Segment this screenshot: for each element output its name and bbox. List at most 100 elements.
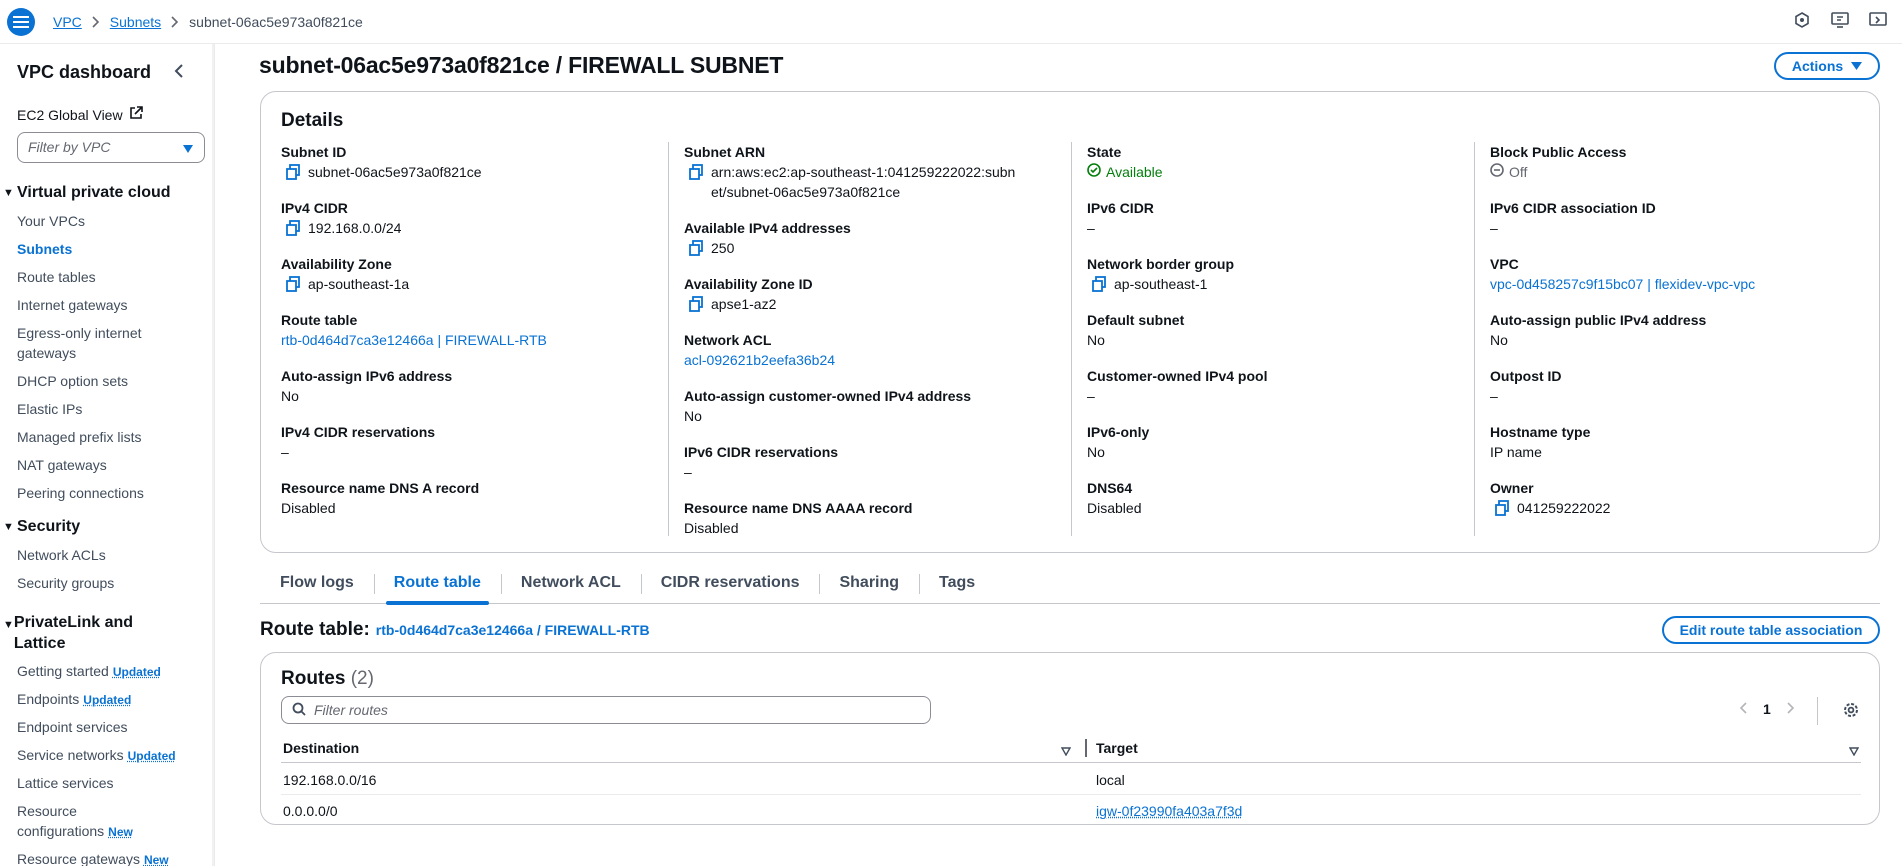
sidebar-section-privatelink-and-lattice[interactable]: ▼ PrivateLink and Lattice: [0, 612, 150, 654]
filter-routes-placeholder: Filter routes: [314, 702, 388, 718]
copy-icon[interactable]: [286, 220, 300, 236]
tab-route-table[interactable]: Route table: [373, 568, 501, 605]
sidebar-item-elastic-ips[interactable]: Elastic IPs: [17, 399, 187, 419]
field-auto-assign-customer-owned-ipv4-address: Auto-assign customer-owned IPv4 address N…: [684, 386, 1074, 426]
field-value-text: –: [281, 444, 289, 460]
sidebar-item-managed-prefix-lists[interactable]: Managed prefix lists: [17, 427, 187, 447]
field-value: ap-southeast-1a: [281, 274, 671, 294]
security-icon[interactable]: [1792, 10, 1812, 30]
chevron-left-icon[interactable]: [174, 64, 184, 81]
external-link-icon: [129, 106, 143, 123]
field-value-text: Disabled: [1087, 500, 1142, 516]
current-page-number[interactable]: 1: [1763, 701, 1771, 717]
updated-badge: Updated: [112, 665, 161, 679]
vpc-filter-select[interactable]: Filter by VPC: [17, 132, 205, 163]
actions-button[interactable]: Actions: [1774, 52, 1880, 80]
field-label: Auto-assign public IPv4 address: [1490, 312, 1707, 328]
field-value: No: [1490, 330, 1880, 350]
field-value-link[interactable]: rtb-0d464d7ca3e12466a | FIREWALL-RTB: [281, 330, 547, 350]
field-value-text: 250: [711, 240, 735, 256]
sidebar-item-getting-started[interactable]: Getting started Updated: [17, 661, 187, 682]
field-availability-zone-id: Availability Zone ID apse1-az2: [684, 274, 1074, 314]
chevron-right-icon[interactable]: [1787, 701, 1795, 717]
sidebar-section-virtual-private-cloud[interactable]: ▼ Virtual private cloud: [0, 184, 171, 202]
breadcrumb-subnets[interactable]: Subnets: [110, 14, 161, 30]
vpc-filter-placeholder: Filter by VPC: [28, 139, 111, 155]
menu-icon[interactable]: [7, 7, 35, 36]
routes-container: Routes (2) Filter routes 1 Destination T…: [260, 652, 1880, 825]
tab-network-acl[interactable]: Network ACL: [500, 568, 641, 604]
field-label: Network border group: [1087, 256, 1235, 272]
copy-icon[interactable]: [286, 164, 300, 180]
sidebar-item-dhcp-option-sets[interactable]: DHCP option sets: [17, 371, 187, 391]
sidebar-item-security-groups[interactable]: Security groups: [17, 573, 187, 593]
sidebar-item-nat-gateways[interactable]: NAT gateways: [17, 455, 187, 475]
edit-route-table-association-button[interactable]: Edit route table association: [1662, 616, 1880, 644]
sidebar-item-subnets[interactable]: Subnets: [17, 239, 187, 259]
copy-icon[interactable]: [689, 296, 703, 312]
sidebar-item-resource-configurations[interactable]: Resource configurations New: [17, 801, 152, 842]
sidebar-scroll-thumb[interactable]: [214, 56, 215, 358]
field-label: IPv4 CIDR reservations: [281, 424, 436, 440]
copy-icon[interactable]: [1495, 500, 1509, 516]
route-table-link[interactable]: rtb-0d464d7ca3e12466a / FIREWALL-RTB: [376, 622, 650, 638]
caret-down-icon: [182, 141, 194, 157]
field-label: Subnet ARN: [684, 144, 766, 160]
sidebar-item-egress-only-internet-gateways[interactable]: Egress-only internet gateways: [17, 323, 162, 363]
tab-flow-logs[interactable]: Flow logs: [260, 568, 374, 604]
sidebar-item-endpoints[interactable]: Endpoints Updated: [17, 689, 187, 710]
filter-routes-input[interactable]: Filter routes: [281, 696, 931, 724]
sidebar-item-endpoint-services[interactable]: Endpoint services: [17, 717, 187, 737]
field-value: rtb-0d464d7ca3e12466a | FIREWALL-RTB: [281, 330, 671, 350]
sidebar-item-ec2-global-view[interactable]: EC2 Global View: [17, 106, 143, 123]
route-table-label: Route table:: [260, 619, 370, 640]
chevron-left-icon[interactable]: [1739, 701, 1747, 717]
sort-icon[interactable]: [1060, 743, 1072, 759]
breadcrumb-vpc[interactable]: VPC: [53, 14, 82, 30]
copy-icon[interactable]: [286, 276, 300, 292]
field-value-text: No: [684, 408, 702, 424]
tab-tags[interactable]: Tags: [919, 568, 995, 604]
gear-icon[interactable]: [1839, 698, 1863, 722]
copy-icon[interactable]: [1092, 276, 1106, 292]
field-label: Available IPv4 addresses: [684, 220, 851, 236]
sidebar-item-your-vpcs[interactable]: Your VPCs: [17, 211, 187, 231]
field-value: No: [684, 406, 1074, 426]
copy-icon[interactable]: [689, 240, 703, 256]
sidebar-item-peering-connections[interactable]: Peering connections: [17, 483, 187, 503]
field-value: 041259222022: [1490, 498, 1880, 518]
field-hostname-type: Hostname type IP name: [1490, 422, 1880, 462]
tab-sharing[interactable]: Sharing: [819, 568, 919, 604]
sidebar-section-security[interactable]: ▼ Security: [0, 518, 80, 536]
sidebar-item-service-networks[interactable]: Service networks Updated: [17, 745, 187, 766]
caret-down-icon: [1851, 58, 1863, 74]
sidebar-item-label: Resource gateways: [17, 851, 140, 866]
column-header-target[interactable]: Target: [1096, 740, 1138, 756]
tab-cidr-reservations[interactable]: CIDR reservations: [640, 568, 820, 604]
sort-icon[interactable]: [1848, 743, 1860, 759]
sidebar-item-lattice-services[interactable]: Lattice services: [17, 773, 187, 793]
field-value: ap-southeast-1: [1087, 274, 1477, 294]
side-navigation: VPC dashboard EC2 Global View Filter by …: [0, 44, 215, 866]
column-header-destination[interactable]: Destination: [283, 740, 359, 756]
route-destination: 192.168.0.0/16: [283, 772, 377, 788]
route-target-link[interactable]: igw-0f23990fa403a7f3d: [1096, 803, 1242, 819]
new-badge: New: [143, 853, 169, 866]
sidebar-item-route-tables[interactable]: Route tables: [17, 267, 187, 287]
sidebar-item-label: Resource configurations: [17, 803, 105, 839]
routes-count: (2): [350, 668, 374, 689]
field-label: VPC: [1490, 256, 1519, 272]
column-resizer[interactable]: [1085, 739, 1087, 757]
copy-icon[interactable]: [689, 164, 703, 180]
caret-down-icon: ▼: [3, 187, 14, 199]
field-value-link[interactable]: vpc-0d458257c9f15bc07 | flexidev-vpc-vpc: [1490, 274, 1755, 294]
sidebar-item-internet-gateways[interactable]: Internet gateways: [17, 295, 187, 315]
sidebar-item-resource-gateways[interactable]: Resource gateways New: [17, 849, 187, 866]
field-label: IPv6 CIDR: [1087, 200, 1154, 216]
sidebar-item-network-acls[interactable]: Network ACLs: [17, 545, 187, 565]
field-subnet-arn: Subnet ARN arn:aws:ec2:ap-southeast-1:041…: [684, 142, 1074, 202]
field-value-link[interactable]: acl-092621b2eefa36b24: [684, 350, 835, 370]
help-panel-icon[interactable]: [1868, 10, 1888, 30]
feedback-icon[interactable]: [1830, 10, 1850, 30]
sidebar-title[interactable]: VPC dashboard: [17, 62, 151, 83]
